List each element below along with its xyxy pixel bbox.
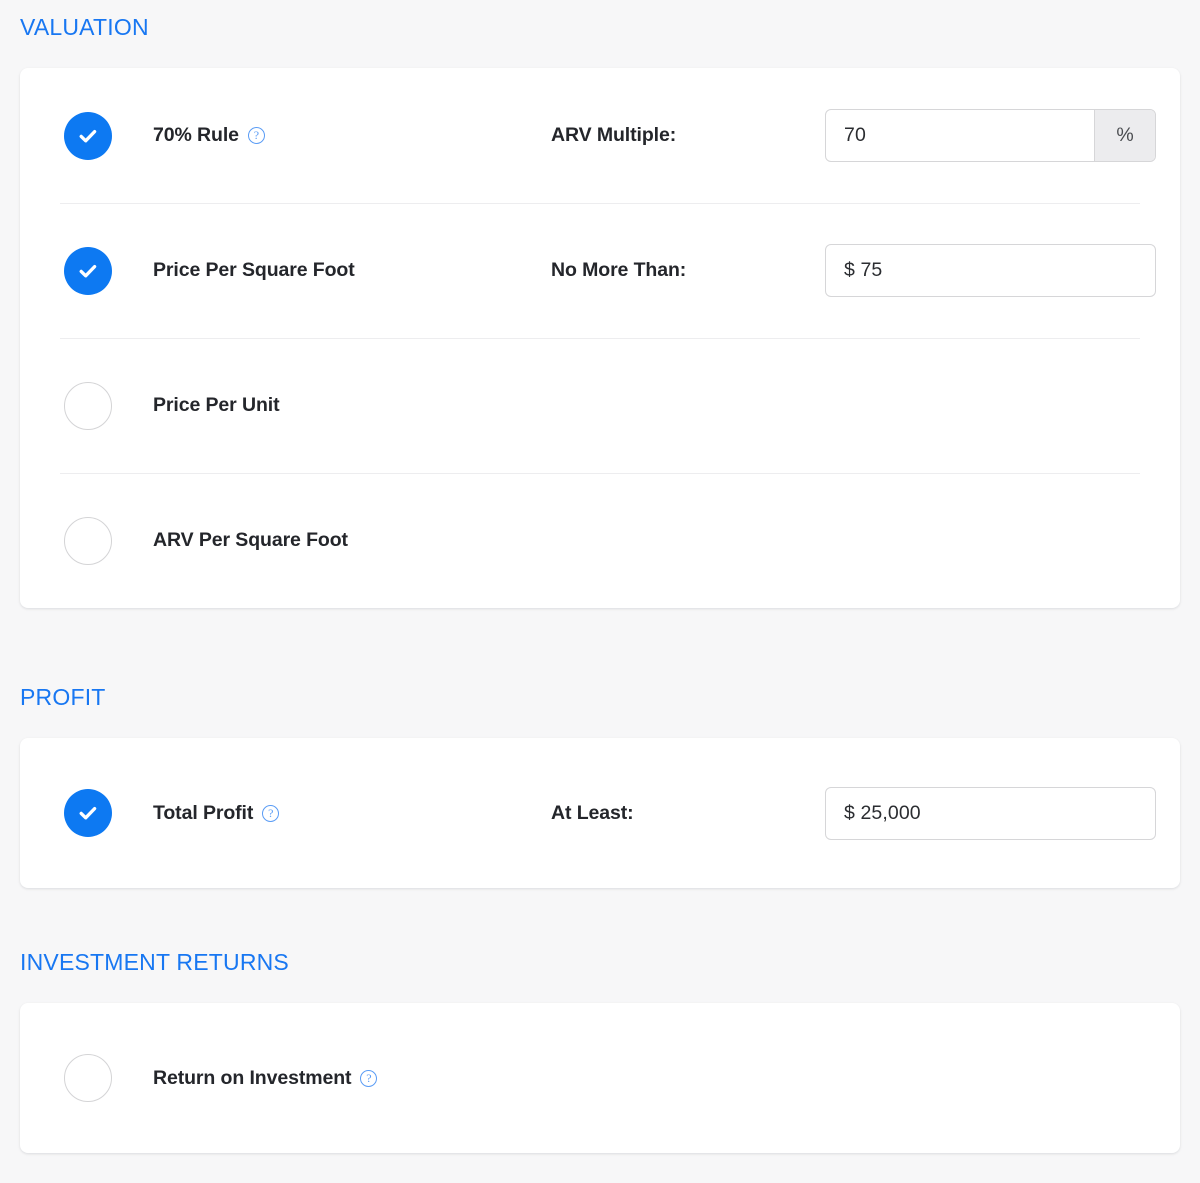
help-icon[interactable]: ? [360, 1069, 378, 1087]
arv-multiple-input[interactable]: 70 [826, 110, 1094, 161]
checkbox-price-per-unit[interactable] [64, 381, 112, 430]
at-least-label: At Least: [551, 801, 634, 824]
percent-suffix[interactable]: % [1094, 110, 1155, 161]
criteria-row-return-on-investment[interactable]: Return on Investment ? [20, 1003, 1180, 1153]
criteria-label-text: ARV Per Square Foot [153, 529, 348, 551]
criteria-label-70-rule: 70% Rule ? [153, 124, 265, 147]
investment-returns-card: Return on Investment ? [20, 1003, 1180, 1153]
criteria-row-price-per-unit[interactable]: Price Per Unit [20, 338, 1180, 473]
criteria-label-text: 70% Rule [153, 124, 239, 146]
checkbox-70-rule[interactable] [64, 111, 112, 160]
help-icon[interactable]: ? [262, 804, 280, 822]
criteria-label-price-per-unit: Price Per Unit [153, 394, 280, 417]
criteria-label-text: Price Per Square Foot [153, 259, 355, 281]
arv-multiple-input-group[interactable]: 70 % [825, 109, 1156, 162]
section-title-investment-returns: INVESTMENT RETURNS [20, 949, 289, 975]
criteria-row-70-rule[interactable]: 70% Rule ? ARV Multiple: 70 % [20, 68, 1180, 203]
price-per-square-foot-input[interactable]: $ 75 [826, 245, 1155, 296]
criteria-label-arv-per-square-foot: ARV Per Square Foot [153, 529, 348, 552]
criteria-row-price-per-square-foot[interactable]: Price Per Square Foot No More Than: $ 75 [20, 203, 1180, 338]
checkbox-arv-per-square-foot[interactable] [64, 516, 112, 565]
checkbox-total-profit[interactable] [64, 789, 112, 837]
criteria-label-text: Total Profit [153, 801, 254, 824]
criteria-settings-page: VALUATION 70% Rule ? ARV Multiple: 70 % [0, 0, 1200, 1183]
criteria-label-text: Return on Investment [153, 1066, 352, 1089]
criteria-row-arv-per-square-foot[interactable]: ARV Per Square Foot [20, 473, 1180, 608]
section-title-valuation: VALUATION [20, 14, 149, 40]
valuation-card: 70% Rule ? ARV Multiple: 70 % Price Per … [20, 68, 1180, 608]
help-icon[interactable]: ? [247, 127, 265, 144]
arv-multiple-label: ARV Multiple: [551, 124, 677, 146]
price-per-square-foot-input-group[interactable]: $ 75 [825, 244, 1156, 297]
checkbox-price-per-square-foot[interactable] [64, 246, 112, 295]
total-profit-input-group[interactable]: $ 25,000 [825, 786, 1156, 840]
criteria-label-price-per-square-foot: Price Per Square Foot [153, 259, 355, 282]
criteria-label-text: Price Per Unit [153, 394, 280, 416]
no-more-than-label: No More Than: [551, 259, 687, 281]
criteria-row-total-profit[interactable]: Total Profit ? At Least: $ 25,000 [20, 738, 1180, 888]
profit-card: Total Profit ? At Least: $ 25,000 [20, 738, 1180, 888]
section-title-profit: PROFIT [20, 684, 106, 710]
checkbox-return-on-investment[interactable] [64, 1054, 112, 1102]
criteria-label-total-profit: Total Profit ? [153, 801, 280, 825]
total-profit-input[interactable]: $ 25,000 [826, 788, 1155, 839]
criteria-label-return-on-investment: Return on Investment ? [153, 1066, 378, 1090]
